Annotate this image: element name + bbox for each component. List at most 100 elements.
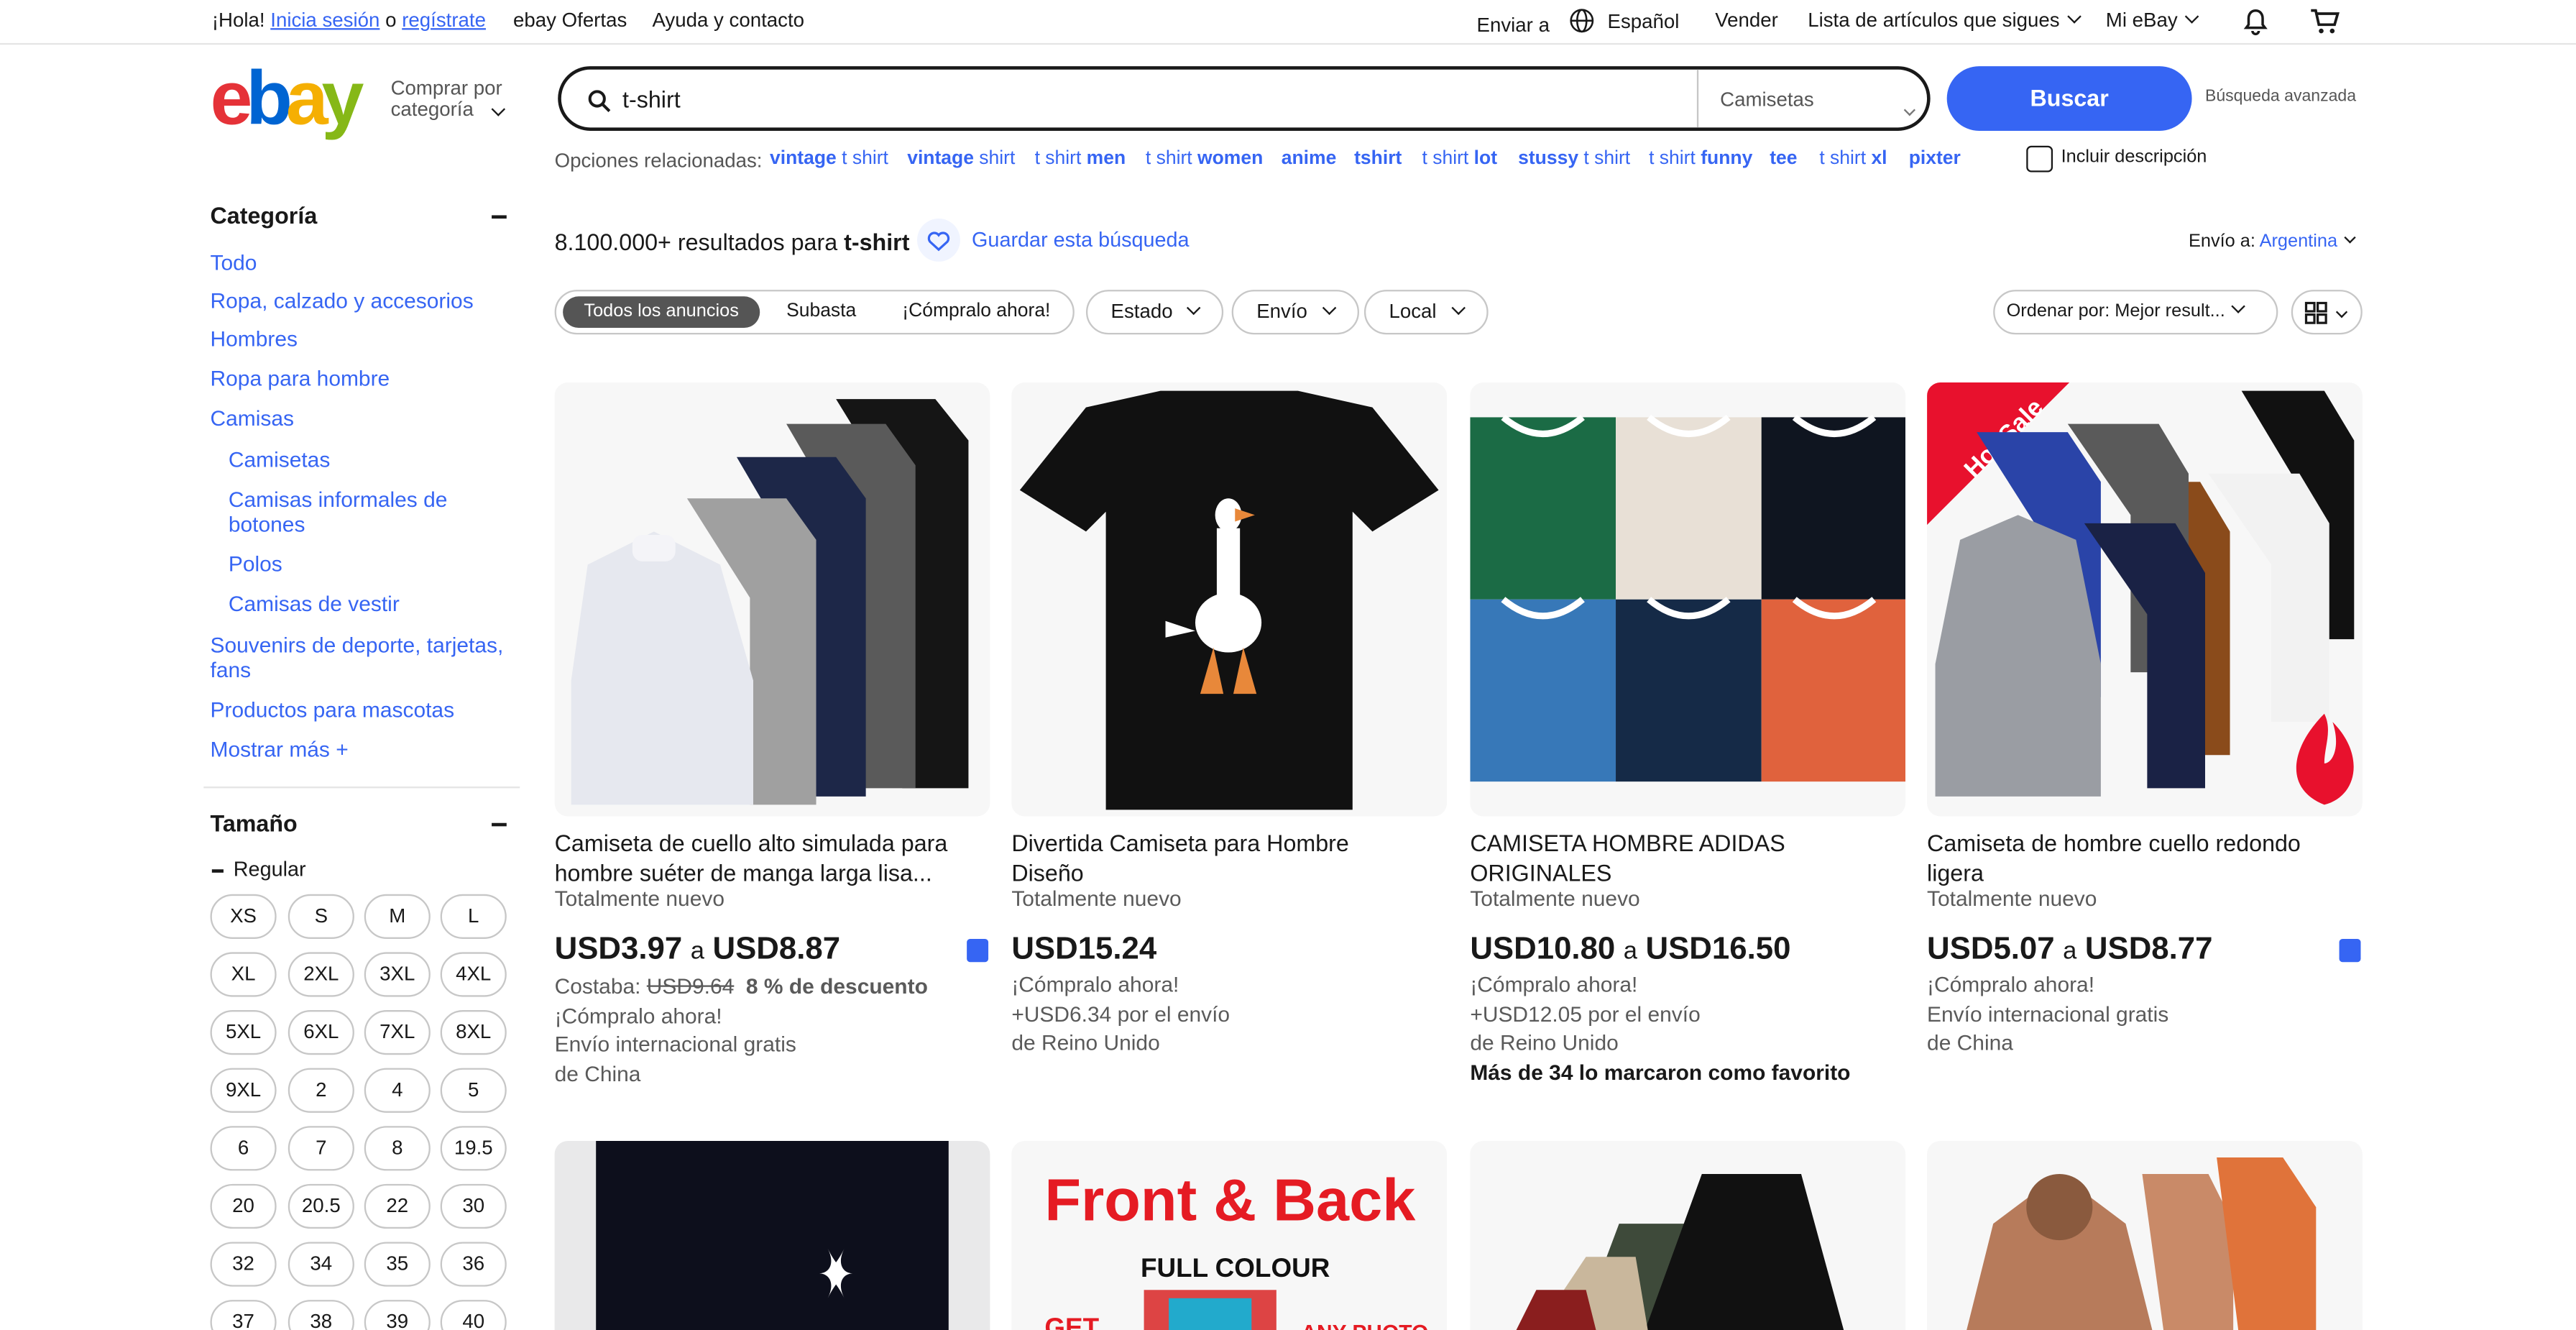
watchlist-menu[interactable]: Lista de artículos que sigues <box>1808 9 2082 32</box>
my-ebay-menu[interactable]: Mi eBay <box>2106 9 2200 32</box>
listing-image[interactable] <box>1011 382 1448 817</box>
size-option[interactable]: 22 <box>364 1183 431 1229</box>
related-search-link[interactable]: t shirt women <box>1146 149 1263 169</box>
related-search-link[interactable]: t shirt lot <box>1422 149 1498 169</box>
size-option[interactable]: 7XL <box>364 1010 431 1055</box>
related-search-link[interactable]: pixter <box>1909 149 1961 169</box>
size-option[interactable]: XL <box>210 952 277 997</box>
cart-icon[interactable] <box>2309 6 2341 36</box>
collapse-icon[interactable] <box>492 822 507 826</box>
size-option[interactable]: 40 <box>440 1300 507 1330</box>
language-selector[interactable]: Español <box>1570 9 1679 33</box>
related-search-link[interactable]: tee <box>1770 149 1797 169</box>
related-search-link[interactable]: anime <box>1282 149 1337 169</box>
listing-title[interactable]: Camiseta de hombre cuello redondo ligera… <box>1927 828 2341 888</box>
related-search-link[interactable]: vintage t shirt <box>770 149 888 169</box>
listing-title[interactable]: CAMISETA HOMBRE ADIDAS ORIGINALESTRES RA… <box>1470 828 1884 888</box>
bell-icon[interactable] <box>2242 6 2270 36</box>
size-heading[interactable]: Tamaño <box>211 810 298 836</box>
sidebar-item-shirts[interactable]: Camisas <box>211 405 294 431</box>
help-link[interactable]: Ayuda y contacto <box>653 9 805 32</box>
size-option[interactable]: L <box>440 894 507 939</box>
size-option[interactable]: 32 <box>210 1242 277 1287</box>
size-option[interactable]: 7 <box>288 1126 354 1171</box>
related-search-link[interactable]: t shirt funny <box>1649 149 1752 169</box>
size-option[interactable]: 9XL <box>210 1068 277 1113</box>
sidebar-item-clothing[interactable]: Ropa, calzado y accesorios <box>211 288 474 313</box>
category-heading[interactable]: Categoría <box>211 202 318 229</box>
tab-auction[interactable]: Subasta <box>786 301 856 321</box>
listing-image[interactable] <box>1927 1140 2363 1330</box>
ship-to-country[interactable]: Envío a: Argentina <box>2189 231 2356 252</box>
sidebar-item-sports[interactable]: Souvenirs de deporte, tarjetas, fans <box>211 633 504 682</box>
listing-title[interactable]: Divertida Camiseta para Hombre Diseñode … <box>1011 828 1425 888</box>
signin-link[interactable]: Inicia sesión <box>270 9 380 32</box>
bookmark-icon[interactable] <box>967 938 989 963</box>
filter-condition[interactable]: Estado <box>1085 290 1224 335</box>
include-description-checkbox[interactable] <box>2026 145 2053 173</box>
size-option[interactable]: 6 <box>210 1126 277 1171</box>
sidebar-item-dress-shirts[interactable]: Camisas de vestir <box>229 591 400 616</box>
size-option[interactable]: 6XL <box>288 1010 354 1055</box>
size-option[interactable]: 34 <box>288 1242 354 1287</box>
size-option[interactable]: 3XL <box>364 952 431 997</box>
bookmark-icon[interactable] <box>2339 938 2361 963</box>
size-option[interactable]: 5 <box>440 1068 507 1113</box>
save-search-button[interactable] <box>917 219 960 262</box>
sidebar-item-pets[interactable]: Productos para mascotas <box>211 697 455 723</box>
size-option[interactable]: 19.5 <box>440 1126 507 1171</box>
category-select[interactable]: Camisetas <box>1720 88 1814 111</box>
view-toggle[interactable] <box>2291 290 2363 335</box>
size-option[interactable]: 2 <box>288 1068 354 1113</box>
sidebar-item-casual-shirts[interactable]: Camisas informales de botones <box>229 487 448 536</box>
sort-dropdown[interactable]: Ordenar por: Mejor result... <box>1993 290 2278 335</box>
size-option[interactable]: S <box>288 894 354 939</box>
size-option[interactable]: 38 <box>288 1300 354 1330</box>
size-option[interactable]: 36 <box>440 1242 507 1287</box>
size-option[interactable]: 4 <box>364 1068 431 1113</box>
sidebar-item-mens-clothing[interactable]: Ropa para hombre <box>211 366 390 391</box>
advanced-search-link[interactable]: Búsqueda avanzada <box>2205 88 2356 106</box>
register-link[interactable]: regístrate <box>402 9 486 32</box>
filter-shipping[interactable]: Envío <box>1231 290 1359 335</box>
listing-image[interactable] <box>554 382 990 817</box>
size-option[interactable]: M <box>364 894 431 939</box>
tab-all-listings[interactable]: Todos los anuncios <box>563 296 760 329</box>
sidebar-item-all[interactable]: Todo <box>211 250 257 275</box>
related-search-link[interactable]: t shirt xl <box>1819 149 1887 169</box>
size-option[interactable]: 20 <box>210 1183 277 1229</box>
sidebar-item-men[interactable]: Hombres <box>211 326 298 352</box>
sidebar-item-tshirts[interactable]: Camisetas <box>229 447 330 472</box>
sell-link[interactable]: Vender <box>1715 9 1778 32</box>
save-search-link[interactable]: Guardar esta búsqueda <box>972 229 1190 252</box>
related-search-link[interactable]: t shirt men <box>1035 149 1126 169</box>
related-search-link[interactable]: vintage shirt <box>907 149 1015 169</box>
sidebar-item-polos[interactable]: Polos <box>229 551 282 577</box>
size-option[interactable]: 8XL <box>440 1010 507 1055</box>
size-option[interactable]: 37 <box>210 1300 277 1330</box>
related-search-link[interactable]: stussy t shirt <box>1518 149 1630 169</box>
size-option[interactable]: 30 <box>440 1183 507 1229</box>
listing-title[interactable]: Camiseta de cuello alto simulada para hom… <box>555 828 969 888</box>
size-option[interactable]: 20.5 <box>288 1183 354 1229</box>
ebay-logo[interactable]: ebay <box>211 60 364 136</box>
listing-image[interactable]: Front & Back FULL COLOUR GET ANY PHOTO <box>1011 1140 1448 1330</box>
shop-by-category[interactable]: Comprar por categoría <box>391 77 502 121</box>
size-option[interactable]: XS <box>210 894 277 939</box>
collapse-icon[interactable] <box>211 869 224 872</box>
related-search-link[interactable]: tshirt <box>1354 149 1402 169</box>
listing-image[interactable]: Hot Sale <box>1927 382 2363 817</box>
listing-image[interactable] <box>554 1140 990 1330</box>
size-option[interactable]: 8 <box>364 1126 431 1171</box>
size-option[interactable]: 5XL <box>210 1010 277 1055</box>
filter-local[interactable]: Local <box>1363 290 1488 335</box>
size-option[interactable]: 39 <box>364 1300 431 1330</box>
search-input[interactable]: t-shirt <box>622 86 681 113</box>
tab-buy-it-now[interactable]: ¡Cómpralo ahora! <box>902 301 1050 321</box>
size-option[interactable]: 2XL <box>288 952 354 997</box>
size-option[interactable]: 35 <box>364 1242 431 1287</box>
show-more-link[interactable]: Mostrar más + <box>211 737 349 762</box>
size-option[interactable]: 4XL <box>440 952 507 997</box>
collapse-icon[interactable] <box>492 215 507 218</box>
search-button[interactable]: Buscar <box>1946 66 2192 131</box>
